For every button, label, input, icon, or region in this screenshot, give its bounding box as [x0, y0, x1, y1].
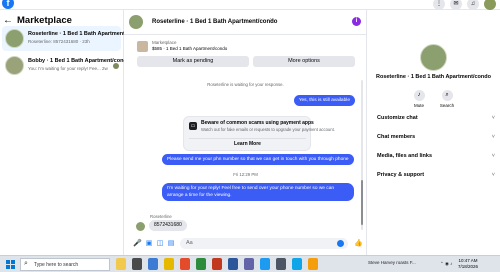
message-composer: 🎤 ▣ ◫ ▤ Aa 👍 [124, 235, 367, 255]
chat-panel: Roseterline · 1 Bed 1 Bath Apartment/con… [124, 10, 367, 255]
search-icon: ⌕ [24, 260, 28, 267]
gif-icon[interactable]: ▤ [167, 240, 175, 248]
thumbs-up-icon[interactable]: 👍 [354, 240, 363, 248]
mark-as-pending-button[interactable]: Mark as pending [137, 56, 249, 67]
section-chat-members[interactable]: Chat members ˅ [377, 134, 495, 140]
system-message: Roseterline is waiting for your response… [207, 82, 284, 87]
avatar[interactable] [129, 15, 143, 29]
chrome-icon[interactable] [180, 258, 190, 270]
marketplace-inbox-panel: ← Marketplace Roseterline · 1 Bed 1 Bath… [0, 10, 143, 255]
search-label: Search [439, 103, 455, 108]
conversation-snippet: Roseterline: 8572431680 · 23h [28, 39, 90, 44]
details-name: Roseterline · 1 Bed 1 Bath Apartment/con… [375, 74, 491, 80]
powerpoint-icon[interactable] [212, 258, 222, 270]
avatar [5, 29, 24, 48]
edge-icon[interactable] [148, 258, 158, 270]
facebook-logo-icon[interactable]: f [2, 0, 14, 9]
outgoing-message[interactable]: Please send me your phn number so that w… [162, 154, 354, 165]
section-customize-chat[interactable]: Customize chat ˅ [377, 115, 495, 121]
section-label: Privacy & support [377, 172, 425, 178]
app-icon[interactable] [292, 258, 302, 270]
chevron-down-icon: ˅ [491, 172, 495, 178]
incoming-message[interactable]: 8572431680 [149, 220, 187, 231]
windows-start-icon[interactable] [6, 260, 15, 269]
avatar [420, 44, 447, 71]
message-placeholder: Aa [186, 240, 193, 246]
section-privacy-support[interactable]: Privacy & support ˅ [377, 172, 495, 178]
listing-description[interactable]: $585 · 1 Bed 1 Bath Apartment/condo [152, 46, 227, 51]
avatar [5, 56, 24, 75]
sender-name: Roseterline [150, 214, 172, 219]
outgoing-message[interactable]: Yes, this is still available [293, 95, 355, 106]
news-widget[interactable]: Steve Harvey roasts F... [368, 260, 416, 265]
conversation-snippet: You: I'm waiting for your reply! Fee... … [28, 66, 108, 71]
back-arrow-icon[interactable]: ← [3, 15, 13, 26]
conversation-details-panel: Roseterline · 1 Bed 1 Bath Apartment/con… [367, 10, 500, 255]
search-button[interactable]: ⌕ Search [435, 90, 459, 108]
warning-body: Watch out for fake emails or requests to… [201, 127, 335, 132]
clock-date: 7/18/2026 [458, 264, 479, 269]
app-icon[interactable] [276, 258, 286, 270]
bell-icon[interactable]: ♫ [467, 0, 479, 10]
task-view-icon[interactable] [132, 258, 142, 270]
grid-icon[interactable]: ⋮ [433, 0, 445, 10]
image-icon[interactable]: ▣ [145, 240, 153, 248]
chevron-down-icon[interactable]: ˅ [270, 18, 274, 24]
word-icon[interactable] [228, 258, 238, 270]
messenger-icon[interactable]: ✉ [450, 0, 462, 10]
message-input[interactable]: Aa [180, 238, 348, 249]
section-label: Chat members [377, 134, 416, 140]
learn-more-button[interactable]: Learn More [189, 138, 306, 148]
taskbar-clock[interactable]: 10:47 AM 7/18/2026 [458, 258, 478, 270]
system-tray-icons[interactable]: ⌃ ◉ ♪ [440, 261, 452, 267]
mute-button[interactable]: ♪ Mute [407, 90, 431, 108]
section-media-files-links[interactable]: Media, files and links ˅ [377, 153, 495, 159]
listing-thumbnail[interactable] [137, 41, 148, 52]
more-options-button[interactable]: More options [253, 56, 355, 67]
file-explorer-icon[interactable] [164, 258, 174, 270]
chat-header: Roseterline · 1 Bed 1 Bath Apartment/con… [124, 10, 367, 35]
app-icon[interactable] [308, 258, 318, 270]
taskbar-apps [116, 258, 318, 270]
timestamp: Fri 12:29 PM [233, 172, 258, 177]
emoji-icon[interactable] [337, 240, 344, 247]
top-bar: f ⋮ ✉ ♫ [0, 0, 500, 10]
conversation-item[interactable]: Bobby · 1 Bed 1 Bath Apartment/condo You… [2, 53, 130, 78]
search-icon: ⌕ [441, 90, 453, 101]
teams-icon[interactable] [244, 258, 254, 270]
info-icon[interactable]: i [352, 17, 361, 26]
scrollbar-thumb[interactable] [361, 180, 363, 225]
top-right-controls: ⋮ ✉ ♫ [433, 0, 496, 10]
section-label: Media, files and links [377, 153, 433, 159]
outgoing-message[interactable]: I'm waiting for your reply! Feel free to… [162, 183, 354, 201]
bell-icon: ♪ [413, 90, 425, 101]
scam-warning-card: ▭ Beware of common scams using payment a… [183, 116, 335, 151]
message-list: Roseterline is waiting for your response… [124, 80, 367, 231]
listing-source: Marketplace [152, 40, 177, 45]
card-icon: ▭ [189, 122, 197, 130]
sparkle-icon[interactable] [116, 258, 126, 270]
mute-label: Mute [413, 103, 424, 108]
profile-avatar[interactable] [484, 0, 496, 10]
chevron-down-icon: ˅ [491, 134, 495, 140]
conversation-item[interactable]: Roseterline · 1 Bed 1 Bath Apartment/con… [2, 26, 143, 51]
windows-taskbar: ⌕ Type here to search Steve Harvey roast… [0, 255, 500, 272]
mail-icon[interactable] [260, 258, 270, 270]
chat-title[interactable]: Roseterline · 1 Bed 1 Bath Apartment/con… [152, 19, 277, 25]
taskbar-search-placeholder: Type here to search [34, 262, 79, 268]
chevron-down-icon: ˅ [491, 115, 495, 121]
chevron-down-icon: ˅ [491, 153, 495, 159]
sticker-icon[interactable]: ◫ [156, 240, 164, 248]
inbox-title: Marketplace [17, 15, 72, 26]
avatar [136, 222, 145, 231]
taskbar-search-input[interactable]: ⌕ Type here to search [20, 258, 110, 271]
seen-avatar-icon [113, 63, 119, 69]
section-label: Customize chat [377, 115, 418, 121]
warning-title: Beware of common scams using payment app… [201, 120, 314, 126]
excel-icon[interactable] [196, 258, 206, 270]
listing-card: Marketplace $585 · 1 Bed 1 Bath Apartmen… [129, 39, 361, 77]
microphone-icon[interactable]: 🎤 [133, 240, 142, 248]
inbox-header: ← Marketplace [3, 15, 72, 26]
